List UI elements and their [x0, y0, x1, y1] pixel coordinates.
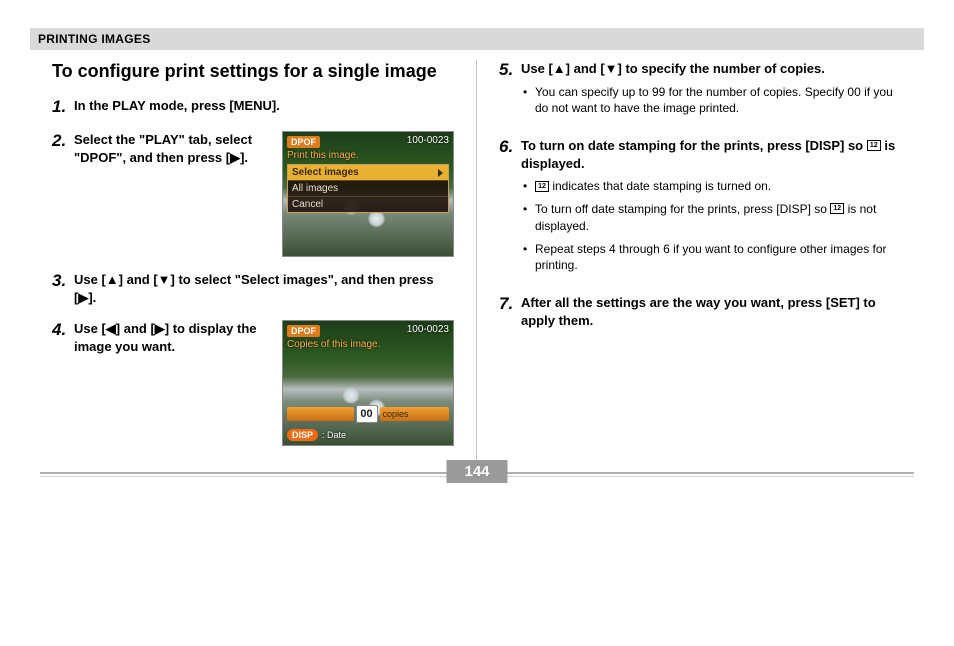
- menu-subtitle: Print this image.: [287, 150, 449, 161]
- camera-screenshot-menu: DPOF 100-0023 Print this image. Select i…: [282, 131, 454, 257]
- step-number: 6.: [499, 137, 521, 280]
- menu-item-cancel: Cancel: [288, 197, 448, 212]
- date-stamp-icon: 12: [830, 203, 844, 214]
- step-1: 1. In the PLAY mode, press [MENU].: [52, 97, 454, 117]
- bullet-text: Repeat steps 4 through 6 if you want to …: [521, 241, 902, 275]
- step-number: 5.: [499, 60, 521, 123]
- section-header: PRINTING IMAGES: [30, 28, 924, 50]
- right-column: 5. Use [▲] and [▼] to specify the number…: [477, 60, 924, 460]
- copies-bar-left: [287, 407, 354, 421]
- step-2: 2. Select the "PLAY" tab, select "DPOF",…: [52, 131, 454, 257]
- step-text: Use [▲] and [▼] to specify the number of…: [521, 60, 902, 78]
- dpof-tag: DPOF: [287, 325, 320, 337]
- menu-item-all-images: All images: [288, 181, 448, 197]
- step-7: 7. After all the settings are the way yo…: [499, 294, 902, 329]
- step-number: 2.: [52, 131, 74, 257]
- dpof-tag: DPOF: [287, 136, 320, 148]
- step-text: Use [◀] and [▶] to display the image you…: [74, 320, 272, 355]
- camera-screenshot-copies: DPOF 100-0023 Copies of this image. 00 c…: [282, 320, 454, 446]
- bullet-text: To turn off date stamping for the prints…: [521, 201, 902, 235]
- page-footer: 144: [30, 472, 924, 477]
- file-number: 100-0023: [407, 324, 449, 335]
- step-number: 3.: [52, 271, 74, 306]
- menu-item-select-images: Select images: [288, 165, 448, 181]
- step-text: After all the settings are the way you w…: [521, 294, 902, 329]
- dpof-menu: Select images All images Cancel: [287, 164, 449, 213]
- copies-label: copies: [380, 407, 450, 421]
- copies-count: 00: [356, 405, 378, 423]
- bullet-text: 12 indicates that date stamping is turne…: [521, 178, 902, 195]
- date-stamp-icon: 12: [867, 140, 881, 151]
- step-text: To turn on date stamping for the prints,…: [521, 137, 902, 172]
- bullet-text: You can specify up to 99 for the number …: [521, 84, 902, 118]
- step-number: 1.: [52, 97, 74, 117]
- step-text: Select the "PLAY" tab, select "DPOF", an…: [74, 131, 272, 166]
- step-5: 5. Use [▲] and [▼] to specify the number…: [499, 60, 902, 123]
- step-3: 3. Use [▲] and [▼] to select "Select ima…: [52, 271, 454, 306]
- step-text: Use [▲] and [▼] to select "Select images…: [74, 271, 454, 306]
- step-number: 4.: [52, 320, 74, 446]
- copies-bar: 00 copies: [287, 405, 449, 423]
- date-stamp-icon: 12: [535, 181, 549, 192]
- step-6: 6. To turn on date stamping for the prin…: [499, 137, 902, 280]
- page-number: 144: [446, 460, 507, 483]
- left-column: To configure print settings for a single…: [30, 60, 477, 460]
- step-4: 4. Use [◀] and [▶] to display the image …: [52, 320, 454, 446]
- step-text: In the PLAY mode, press [MENU].: [74, 97, 454, 115]
- page-title: To configure print settings for a single…: [52, 60, 454, 83]
- disp-label: : Date: [322, 430, 346, 440]
- copies-subtitle: Copies of this image.: [287, 339, 449, 350]
- disp-bar: DISP : Date: [287, 429, 346, 441]
- step-number: 7.: [499, 294, 521, 329]
- disp-button-icon: DISP: [287, 429, 318, 441]
- file-number: 100-0023: [407, 135, 449, 146]
